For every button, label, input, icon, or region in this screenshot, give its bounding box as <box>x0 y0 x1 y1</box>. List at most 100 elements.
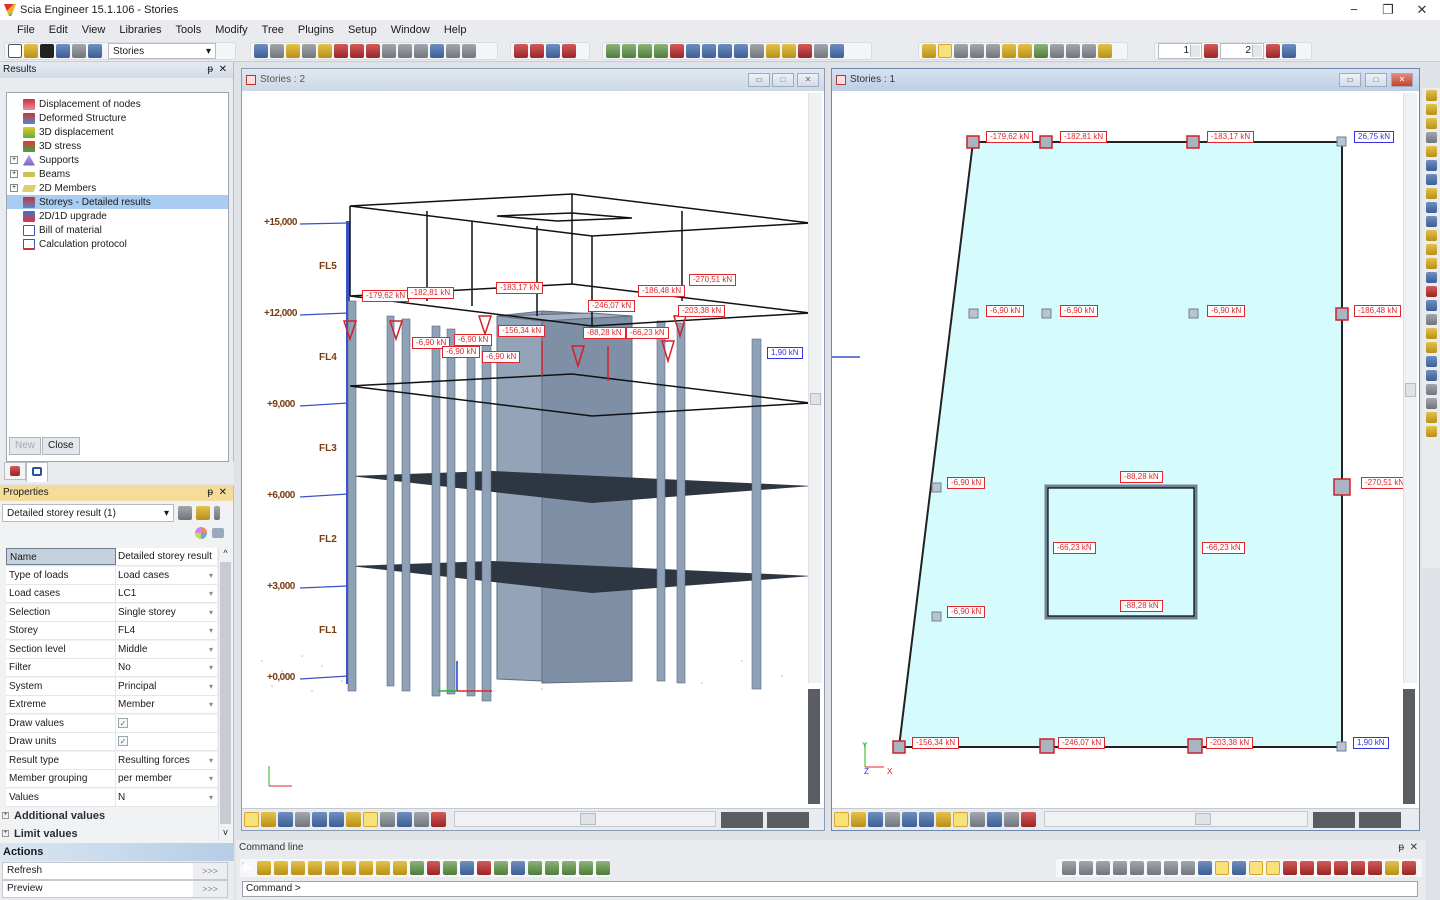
close-button[interactable]: ✕ <box>1405 0 1439 20</box>
my-icon[interactable] <box>579 861 594 875</box>
tree-item-deformed-structure[interactable]: Deformed Structure <box>7 111 228 125</box>
colors-icon[interactable] <box>195 527 207 539</box>
split-icon[interactable] <box>1425 160 1437 171</box>
supports-display-icon[interactable] <box>868 812 883 827</box>
fit-display-icon[interactable] <box>397 812 412 827</box>
node-link-icon[interactable] <box>1425 286 1437 297</box>
command-input[interactable]: Command > <box>242 881 1418 897</box>
view-axo-icon[interactable] <box>654 44 668 58</box>
group-icon[interactable] <box>1425 328 1437 339</box>
expand-icon[interactable]: + <box>10 170 18 178</box>
deformed-icon[interactable] <box>409 861 424 875</box>
edit-icon[interactable] <box>214 506 220 520</box>
wire-mode-icon[interactable] <box>261 812 276 827</box>
zoom-previous-icon[interactable] <box>750 44 764 58</box>
moment-y-icon[interactable] <box>494 861 509 875</box>
sigma-minus-icon[interactable] <box>545 861 560 875</box>
result-uy-icon[interactable] <box>375 861 390 875</box>
mesh-display-icon[interactable] <box>953 812 968 827</box>
print-picture-icon[interactable] <box>398 44 412 58</box>
scroll-down-icon[interactable]: v <box>219 827 232 840</box>
preview-action[interactable]: Preview >>> <box>2 880 228 898</box>
snap-vector-icon[interactable] <box>1181 861 1195 875</box>
scroll-thumb[interactable] <box>580 813 596 825</box>
print-icon[interactable] <box>382 44 396 58</box>
3d-window-icon[interactable] <box>830 44 844 58</box>
add-member-icon[interactable] <box>1425 356 1437 367</box>
grid-display-icon[interactable] <box>431 812 446 827</box>
window-maximize-button[interactable]: □ <box>1365 73 1387 87</box>
tree-item-displacement-of-nodes[interactable]: Displacement of nodes <box>7 97 228 111</box>
draw-values-checkbox[interactable]: ✓ <box>118 717 128 728</box>
mesh-display-icon[interactable] <box>363 812 378 827</box>
sigma-plus-icon[interactable] <box>528 861 543 875</box>
add-node-icon[interactable] <box>1425 370 1437 381</box>
expand-icon[interactable]: + <box>2 830 9 837</box>
view-y-icon[interactable] <box>622 44 636 58</box>
rotate-icon[interactable] <box>1425 426 1437 437</box>
select-icon[interactable] <box>514 44 528 58</box>
storeys-icon[interactable] <box>350 44 364 58</box>
reaction-y-icon[interactable] <box>443 861 458 875</box>
pin-icon[interactable]: ᵽ <box>207 64 213 75</box>
vertical-scrollbar[interactable] <box>808 93 822 683</box>
loads-display-icon[interactable] <box>295 812 310 827</box>
storey-h-icon[interactable] <box>1066 44 1080 58</box>
labels-display-icon[interactable] <box>312 812 327 827</box>
tree-item-calculation-protocol[interactable]: Calculation protocol <box>7 237 228 251</box>
reaction-x-icon[interactable] <box>426 861 441 875</box>
zoom-in-icon[interactable] <box>686 44 700 58</box>
snap-endpoint-icon[interactable] <box>1266 861 1280 875</box>
abc-labels-icon[interactable] <box>919 812 934 827</box>
scissors-icon[interactable] <box>1425 230 1437 241</box>
trim-icon[interactable] <box>1425 118 1437 129</box>
info-icon[interactable] <box>562 44 576 58</box>
tree-item-2d-members[interactable]: +2D Members <box>7 181 228 195</box>
scroll-thumb[interactable] <box>1195 813 1211 825</box>
split-handle[interactable] <box>767 812 809 828</box>
storey-c-icon[interactable] <box>986 44 1000 58</box>
redo-icon[interactable] <box>72 44 86 58</box>
render-mode-icon[interactable] <box>244 812 259 827</box>
pointer-icon[interactable] <box>242 862 254 874</box>
grid-display-icon[interactable] <box>1021 812 1036 827</box>
labels-display-icon[interactable] <box>902 812 917 827</box>
disabled-display-icon[interactable] <box>1004 812 1019 827</box>
prop-row-system[interactable]: System Principal <box>6 677 217 696</box>
break-icon[interactable] <box>1425 174 1437 185</box>
result-mz-icon[interactable] <box>341 861 356 875</box>
snap-circle-icon[interactable] <box>1096 861 1110 875</box>
result-ux-icon[interactable] <box>358 861 373 875</box>
wire-mode-icon[interactable] <box>851 812 866 827</box>
snap-arrow-icon[interactable] <box>1147 861 1161 875</box>
menu-edit[interactable]: Edit <box>42 24 75 36</box>
menu-tools[interactable]: Tools <box>169 24 209 36</box>
expand-icon[interactable]: + <box>2 812 9 819</box>
tree-item-3d-stress[interactable]: 3D stress <box>7 139 228 153</box>
supports-display-icon[interactable] <box>278 812 293 827</box>
snap-tangent-icon[interactable] <box>1334 861 1348 875</box>
render-icon[interactable] <box>766 44 780 58</box>
storey-j-icon[interactable] <box>1098 44 1112 58</box>
zoom-window-icon[interactable] <box>718 44 732 58</box>
snap-settings-icon[interactable] <box>1198 861 1212 875</box>
scroll-thumb[interactable] <box>220 562 231 824</box>
window-minimize-button[interactable]: ▭ <box>748 73 770 87</box>
storey-split-icon[interactable] <box>1204 44 1218 58</box>
window-maximize-button[interactable]: □ <box>772 73 794 87</box>
snap-grid-icon[interactable] <box>1215 861 1229 875</box>
view-x-icon[interactable] <box>606 44 620 58</box>
snap-surface-icon[interactable] <box>1385 861 1399 875</box>
result-my-icon[interactable] <box>324 861 339 875</box>
prop-row-load-cases[interactable]: Load cases LC1 <box>6 585 217 603</box>
preview-icon[interactable] <box>462 44 476 58</box>
vertical-scrollbar[interactable] <box>1403 93 1417 683</box>
result-display-icon[interactable] <box>970 812 985 827</box>
close-button[interactable]: Close <box>42 437 80 455</box>
new-file-icon[interactable] <box>8 44 22 58</box>
result-uz-icon[interactable] <box>392 861 407 875</box>
snap-cross-icon[interactable] <box>1113 861 1127 875</box>
storey-g-icon[interactable] <box>1050 44 1064 58</box>
prop-row-draw-units[interactable]: Draw units ✓ <box>6 733 217 752</box>
result-mx-icon[interactable] <box>307 861 322 875</box>
